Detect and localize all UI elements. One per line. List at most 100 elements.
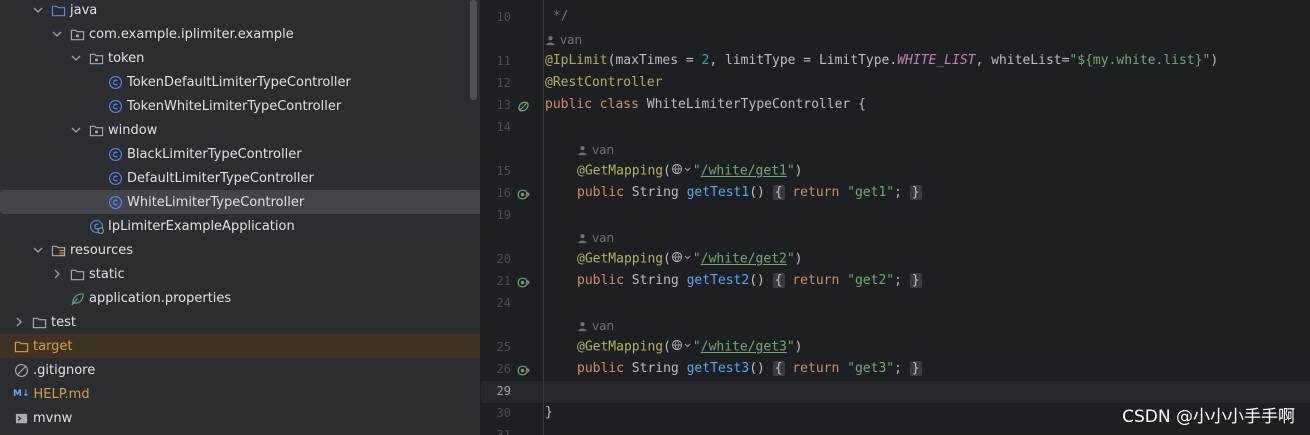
tree-item-resources[interactable]: resources bbox=[0, 238, 480, 262]
ignore-file-icon bbox=[13, 362, 29, 378]
spring-boot-class-icon bbox=[88, 218, 104, 234]
tree-item-label: WhiteLimiterTypeController bbox=[127, 194, 305, 210]
endpoint-url[interactable]: /white/get2 bbox=[701, 252, 787, 267]
chevron-down-icon[interactable] bbox=[70, 52, 82, 64]
current-line-highlight bbox=[481, 381, 1310, 403]
tree-item-label: IpLimiterExampleApplication bbox=[108, 218, 295, 234]
tree-item-package[interactable]: com.example.iplimiter.example bbox=[0, 22, 480, 46]
chevron-right-icon[interactable] bbox=[51, 268, 63, 280]
line-number: 30 bbox=[496, 406, 511, 420]
class-icon bbox=[107, 98, 123, 114]
tree-item-label: window bbox=[108, 122, 158, 138]
tree-item-static[interactable]: static bbox=[0, 262, 480, 286]
globe-icon[interactable] bbox=[671, 163, 693, 179]
author-name: van bbox=[592, 231, 615, 245]
terminal-file-icon bbox=[13, 410, 29, 426]
package-icon bbox=[88, 50, 104, 66]
code-line-25: @GetMapping("/white/get3") bbox=[577, 339, 803, 355]
code-type: String bbox=[623, 185, 687, 200]
endpoint-url[interactable]: /white/get1 bbox=[701, 164, 787, 179]
tree-item-application-properties[interactable]: application.properties bbox=[0, 286, 480, 310]
folded-brace[interactable]: { bbox=[772, 273, 785, 288]
code-text: , limitType = LimitType. bbox=[709, 53, 898, 68]
chevron-down-icon[interactable] bbox=[32, 244, 44, 256]
code-editor[interactable]: 10 11 12 13 14 15 16 19 20 21 24 25 26 2… bbox=[481, 0, 1310, 435]
package-icon bbox=[69, 26, 85, 42]
code-line-15: @GetMapping("/white/get1") bbox=[577, 163, 803, 179]
class-icon bbox=[107, 146, 123, 162]
chevron-down-icon[interactable] bbox=[70, 124, 82, 136]
endpoint-gutter-icon[interactable] bbox=[517, 363, 531, 377]
line-number: 16 bbox=[496, 186, 511, 200]
person-icon bbox=[578, 321, 587, 331]
line-number: 14 bbox=[496, 120, 511, 134]
endpoint-url[interactable]: /white/get3 bbox=[701, 340, 787, 355]
tree-item-label: application.properties bbox=[89, 290, 232, 306]
chevron-right-icon[interactable] bbox=[13, 316, 25, 328]
tree-item-label: test bbox=[51, 314, 76, 330]
code-type: String bbox=[623, 361, 687, 376]
author-name: van bbox=[592, 319, 615, 333]
globe-icon[interactable] bbox=[671, 339, 693, 355]
code-line-9: * bbox=[545, 0, 561, 3]
tree-item-label: DefaultLimiterTypeController bbox=[127, 170, 314, 186]
tree-item-target[interactable]: target bbox=[0, 334, 480, 358]
folded-brace[interactable]: } bbox=[909, 361, 922, 376]
tree-item-black-controller[interactable]: BlackLimiterTypeController bbox=[0, 142, 480, 166]
tree-item-application[interactable]: IpLimiterExampleApplication bbox=[0, 214, 480, 238]
globe-icon[interactable] bbox=[671, 251, 693, 267]
line-number: 15 bbox=[496, 164, 511, 178]
code-keyword: return bbox=[792, 361, 840, 376]
spring-bean-gutter-icon[interactable] bbox=[517, 99, 531, 113]
line-number-current: 29 bbox=[496, 384, 511, 398]
code-text: (maxTimes = bbox=[607, 53, 702, 68]
code-line-26: public String getTest3() { return "get3"… bbox=[577, 361, 922, 376]
author-hint[interactable]: van bbox=[545, 33, 582, 47]
method-name: getTest1 bbox=[686, 185, 750, 200]
tree-item-label: resources bbox=[70, 242, 134, 258]
sidebar-scrollbar[interactable] bbox=[470, 0, 477, 100]
author-hint[interactable]: van bbox=[577, 319, 614, 333]
person-icon bbox=[578, 233, 587, 243]
class-icon bbox=[107, 74, 123, 90]
code-type: String bbox=[623, 273, 687, 288]
code-keyword: public bbox=[577, 185, 624, 200]
author-name: van bbox=[560, 33, 583, 47]
tree-item-mvnw[interactable]: mvnw bbox=[0, 406, 480, 430]
folded-brace[interactable]: } bbox=[909, 185, 922, 200]
tree-item-token[interactable]: token bbox=[0, 46, 480, 70]
tree-item-white-controller[interactable]: WhiteLimiterTypeController bbox=[0, 190, 480, 214]
code-string: "${my.white.list}" bbox=[1069, 53, 1211, 68]
code-line-16: public String getTest1() { return "get1"… bbox=[577, 185, 922, 200]
excluded-folder-icon bbox=[13, 338, 29, 354]
folder-icon bbox=[31, 314, 47, 330]
tree-item-default-controller[interactable]: DefaultLimiterTypeController bbox=[0, 166, 480, 190]
folded-brace[interactable]: } bbox=[909, 273, 922, 288]
endpoint-gutter-icon[interactable] bbox=[517, 187, 531, 201]
tree-item-java[interactable]: java bbox=[0, 0, 480, 22]
tree-item-window[interactable]: window bbox=[0, 118, 480, 142]
tree-item-help-md[interactable]: M↓ HELP.md bbox=[0, 382, 480, 406]
tree-item-token-default-controller[interactable]: TokenDefaultLimiterTypeController bbox=[0, 70, 480, 94]
folded-brace[interactable]: { bbox=[772, 185, 785, 200]
line-number: 24 bbox=[496, 296, 511, 310]
method-name: getTest2 bbox=[686, 273, 750, 288]
tree-item-label: token bbox=[108, 50, 145, 66]
code-line-30: } bbox=[545, 405, 553, 420]
package-icon bbox=[88, 122, 104, 138]
class-icon bbox=[107, 194, 123, 210]
annotation-getmapping: @GetMapping bbox=[577, 339, 664, 355]
tree-item-token-white-controller[interactable]: TokenWhiteLimiterTypeController bbox=[0, 94, 480, 118]
chevron-down-icon[interactable] bbox=[32, 4, 44, 16]
line-number: 10 bbox=[496, 10, 511, 24]
endpoint-gutter-icon[interactable] bbox=[517, 275, 531, 289]
tree-item-label: TokenDefaultLimiterTypeController bbox=[127, 74, 351, 90]
author-hint[interactable]: van bbox=[577, 143, 614, 157]
tree-item-test[interactable]: test bbox=[0, 310, 480, 334]
chevron-down-icon[interactable] bbox=[51, 28, 63, 40]
line-number: 11 bbox=[496, 54, 511, 68]
watermark: CSDN @小小小手手啊 bbox=[1122, 407, 1295, 427]
tree-item-gitignore[interactable]: .gitignore bbox=[0, 358, 480, 382]
folded-brace[interactable]: { bbox=[772, 361, 785, 376]
author-hint[interactable]: van bbox=[577, 231, 614, 245]
